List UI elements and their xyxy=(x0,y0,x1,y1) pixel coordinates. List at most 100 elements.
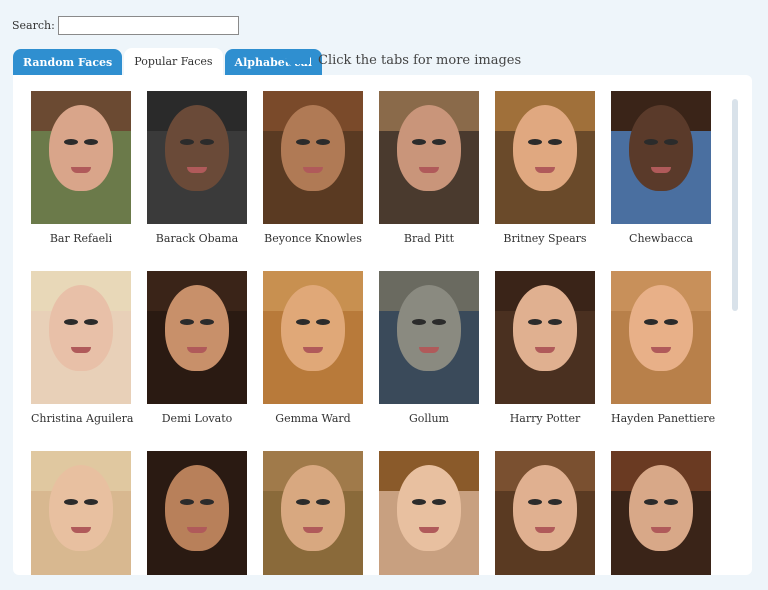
search-input[interactable] xyxy=(57,16,239,35)
face-eye-left xyxy=(644,319,658,325)
face-photo[interactable] xyxy=(611,91,711,224)
face-mouth xyxy=(535,347,555,353)
arrow-left-icon xyxy=(284,51,310,69)
face-eye-right xyxy=(432,139,446,145)
face-mouth xyxy=(187,347,207,353)
face-eye-left xyxy=(296,319,310,325)
face-eye-right xyxy=(84,139,98,145)
face-name[interactable]: Barack Obama xyxy=(147,232,247,245)
face-shape xyxy=(165,285,229,371)
face-mouth xyxy=(71,527,91,533)
face-eye-left xyxy=(528,319,542,325)
face-mouth xyxy=(651,527,671,533)
face-card[interactable]: Brad Pitt xyxy=(379,91,479,245)
face-photo[interactable] xyxy=(147,271,247,404)
face-card[interactable]: Barack Obama xyxy=(147,91,247,245)
face-card[interactable]: Hayden Panettiere xyxy=(611,271,715,425)
face-name[interactable]: Harry Potter xyxy=(495,412,595,425)
face-photo[interactable] xyxy=(379,271,479,404)
face-card[interactable] xyxy=(263,451,363,575)
face-card[interactable]: Bar Refaeli xyxy=(31,91,131,245)
face-shape xyxy=(281,285,345,371)
face-eye-left xyxy=(296,499,310,505)
face-name[interactable]: Beyonce Knowles xyxy=(263,232,363,245)
face-name[interactable]: Chewbacca xyxy=(611,232,711,245)
face-card[interactable] xyxy=(379,451,479,575)
face-name[interactable]: Demi Lovato xyxy=(147,412,247,425)
face-card[interactable] xyxy=(147,451,247,575)
face-photo[interactable] xyxy=(495,91,595,224)
face-card[interactable] xyxy=(31,451,131,575)
faces-panel: Bar Refaeli Barack Obama Beyonce Knowles Br… xyxy=(13,75,752,575)
face-name[interactable]: Bar Refaeli xyxy=(31,232,131,245)
face-mouth xyxy=(651,347,671,353)
face-card[interactable]: Britney Spears xyxy=(495,91,595,245)
face-eye-right xyxy=(200,139,214,145)
scrollbar[interactable] xyxy=(732,99,738,311)
face-photo[interactable] xyxy=(31,451,131,575)
face-mouth xyxy=(71,347,91,353)
face-photo[interactable] xyxy=(611,451,711,575)
tab-popular-faces[interactable]: Popular Faces xyxy=(124,48,223,76)
face-name[interactable]: Gollum xyxy=(379,412,479,425)
face-name[interactable]: Britney Spears xyxy=(495,232,595,245)
face-eye-left xyxy=(412,499,426,505)
face-shape xyxy=(49,105,113,191)
face-name[interactable]: Gemma Ward xyxy=(263,412,363,425)
face-card[interactable]: Harry Potter xyxy=(495,271,595,425)
face-eye-right xyxy=(200,499,214,505)
face-eye-right xyxy=(664,139,678,145)
face-photo[interactable] xyxy=(31,271,131,404)
face-eye-right xyxy=(84,319,98,325)
face-shape xyxy=(513,105,577,191)
face-mouth xyxy=(303,527,323,533)
face-eye-left xyxy=(180,139,194,145)
face-card[interactable] xyxy=(611,451,711,575)
search-bar: Search: xyxy=(12,16,239,35)
face-mouth xyxy=(535,527,555,533)
face-photo[interactable] xyxy=(147,91,247,224)
face-shape xyxy=(397,285,461,371)
face-card[interactable]: Chewbacca xyxy=(611,91,711,245)
tab-bar: Random Faces Popular Faces Alphabetical xyxy=(13,48,324,76)
face-eye-right xyxy=(316,319,330,325)
face-shape xyxy=(629,285,693,371)
face-shape xyxy=(49,465,113,551)
face-name[interactable]: Brad Pitt xyxy=(379,232,479,245)
face-mouth xyxy=(419,167,439,173)
face-eye-right xyxy=(664,319,678,325)
face-photo[interactable] xyxy=(495,451,595,575)
face-photo[interactable] xyxy=(263,271,363,404)
face-photo[interactable] xyxy=(263,451,363,575)
face-eye-left xyxy=(644,499,658,505)
face-card[interactable]: Gollum xyxy=(379,271,479,425)
hint-text: Click the tabs for more images xyxy=(318,52,522,68)
face-name[interactable]: Christina Aguilera xyxy=(31,412,133,425)
face-card[interactable]: Gemma Ward xyxy=(263,271,363,425)
face-photo[interactable] xyxy=(611,271,711,404)
face-card[interactable]: Christina Aguilera xyxy=(31,271,133,425)
face-photo[interactable] xyxy=(379,451,479,575)
face-eye-right xyxy=(548,319,562,325)
face-card[interactable]: Demi Lovato xyxy=(147,271,247,425)
face-shape xyxy=(629,465,693,551)
face-eye-left xyxy=(412,139,426,145)
face-eye-right xyxy=(84,499,98,505)
face-mouth xyxy=(71,167,91,173)
face-shape xyxy=(281,105,345,191)
face-eye-left xyxy=(412,319,426,325)
face-photo[interactable] xyxy=(263,91,363,224)
face-eye-right xyxy=(548,139,562,145)
face-photo[interactable] xyxy=(147,451,247,575)
face-eye-right xyxy=(664,499,678,505)
face-photo[interactable] xyxy=(379,91,479,224)
face-card[interactable]: Beyonce Knowles xyxy=(263,91,363,245)
tab-random-faces[interactable]: Random Faces xyxy=(13,49,123,76)
face-shape xyxy=(629,105,693,191)
tabs-hint: Click the tabs for more images xyxy=(284,51,521,69)
face-name[interactable]: Hayden Panettiere xyxy=(611,412,715,425)
face-card[interactable] xyxy=(495,451,595,575)
face-photo[interactable] xyxy=(495,271,595,404)
face-eye-left xyxy=(64,499,78,505)
face-photo[interactable] xyxy=(31,91,131,224)
